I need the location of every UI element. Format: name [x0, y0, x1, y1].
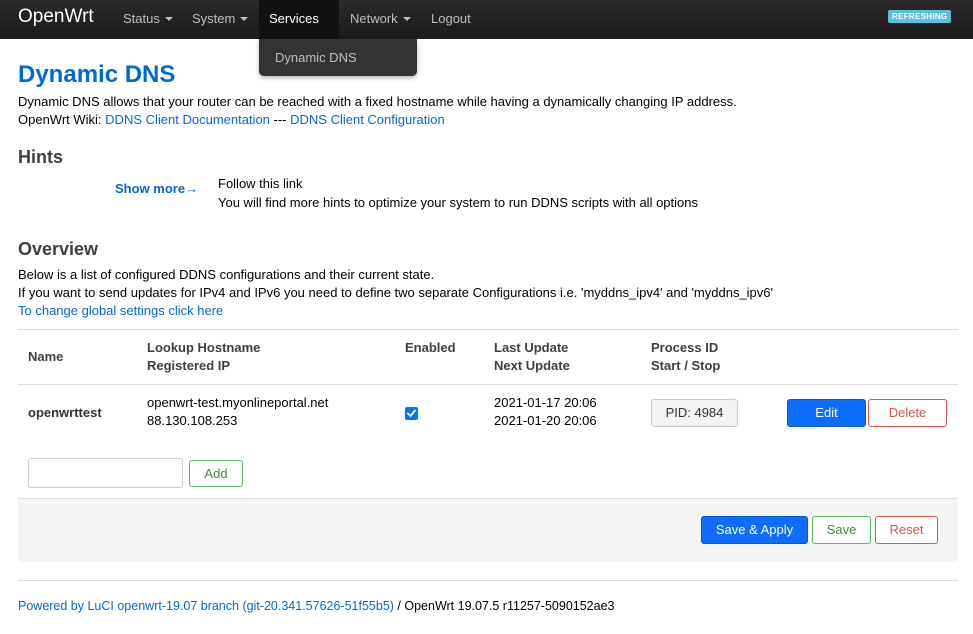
hint-line-2: You will find more hints to optimize you…	[218, 195, 698, 210]
wiki-line: OpenWrt Wiki: DDNS Client Documentation …	[18, 112, 445, 127]
wiki-prefix: OpenWrt Wiki:	[18, 112, 106, 127]
row-hostname: openwrt-test.myonlineportal.net	[147, 395, 329, 410]
footer-divider	[18, 580, 958, 581]
pid-button[interactable]: PID: 4984	[651, 399, 738, 427]
chevron-down-icon	[164, 16, 173, 21]
nav-network[interactable]: Network	[340, 0, 421, 39]
table-divider	[18, 384, 958, 385]
new-config-name-input[interactable]	[28, 458, 183, 488]
services-dropdown: Dynamic DNS	[259, 39, 417, 76]
col-header-next-update: Next Update	[494, 358, 570, 373]
reset-button[interactable]: Reset	[875, 516, 938, 544]
row-next-update: 2021-01-20 20:06	[494, 413, 597, 428]
edit-button[interactable]: Edit	[787, 399, 866, 427]
save-button[interactable]: Save	[812, 516, 871, 544]
row-name: openwrttest	[28, 405, 102, 420]
overview-line-1: Below is a list of configured DDNS confi…	[18, 267, 435, 282]
col-header-enabled: Enabled	[405, 340, 456, 355]
ddns-doc-link[interactable]: DDNS Client Documentation	[105, 112, 270, 127]
wiki-separator: ---	[269, 112, 291, 127]
overview-line-2: If you want to send updates for IPv4 and…	[18, 285, 774, 300]
col-header-registered: Registered IP	[147, 358, 231, 373]
refreshing-badge[interactable]: REFRESHING	[888, 10, 952, 23]
luci-link[interactable]: Powered by LuCI openwrt-19.07 branch (gi…	[18, 599, 394, 613]
nav-logout[interactable]: Logout	[421, 0, 481, 39]
add-button[interactable]: Add	[189, 460, 243, 487]
nav-status-label: Status	[123, 11, 160, 26]
nav-services[interactable]: Services	[259, 0, 339, 58]
check-icon	[407, 409, 416, 417]
col-header-name: Name	[28, 349, 64, 364]
brand-logo[interactable]: OpenWrt	[18, 6, 94, 28]
global-settings-link[interactable]: To change global settings click here	[18, 303, 223, 318]
nav-system-label: System	[192, 11, 236, 26]
chevron-down-icon	[402, 16, 411, 21]
page-description: Dynamic DNS allows that your router can …	[18, 94, 737, 109]
row-last-update: 2021-01-17 20:06	[494, 395, 597, 410]
chevron-down-icon	[240, 16, 249, 21]
show-more-link[interactable]: Show more→	[115, 181, 198, 196]
top-navbar: OpenWrt Status System Services Network L…	[0, 0, 973, 58]
ddns-config-link[interactable]: DDNS Client Configuration	[290, 112, 445, 127]
nav-status[interactable]: Status	[113, 0, 183, 39]
nav-system[interactable]: System	[182, 0, 258, 39]
col-header-last-update: Last Update	[494, 340, 569, 355]
row-registered-ip: 88.130.108.253	[147, 413, 238, 428]
nav-network-label: Network	[350, 11, 398, 26]
nav-services-label: Services	[269, 11, 319, 26]
page-title: Dynamic DNS	[18, 61, 176, 88]
menu-item-dynamic-dns[interactable]: Dynamic DNS	[275, 50, 357, 65]
delete-button[interactable]: Delete	[868, 399, 947, 427]
footer-version: / OpenWrt 19.07.5 r11257-5090152ae3	[393, 599, 615, 613]
col-header-process-id: Process ID	[651, 340, 719, 355]
hint-line-1: Follow this link	[218, 176, 303, 191]
col-header-start-stop: Start / Stop	[651, 358, 721, 373]
footer: Powered by LuCI openwrt-19.07 branch (gi…	[18, 599, 615, 613]
save-apply-button[interactable]: Save & Apply	[701, 516, 808, 544]
col-header-lookup: Lookup Hostname	[147, 340, 261, 355]
overview-title: Overview	[18, 239, 99, 259]
enabled-checkbox[interactable]	[405, 407, 418, 420]
hints-title: Hints	[18, 147, 63, 167]
